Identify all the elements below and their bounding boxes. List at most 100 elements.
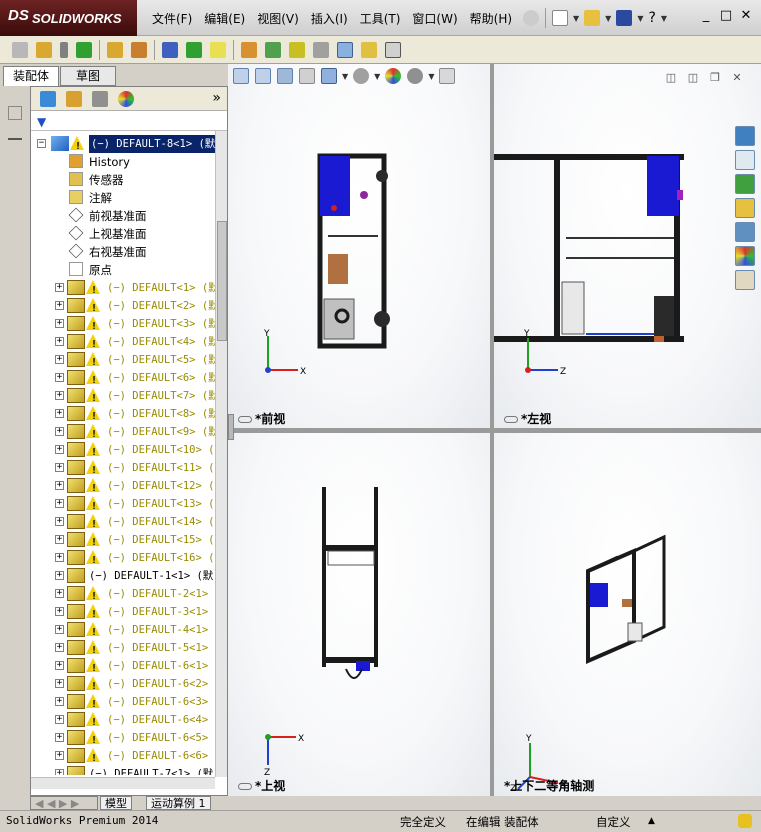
tab-assembly[interactable]: 装配体 [3,66,59,86]
expand-toggle[interactable]: + [55,445,64,454]
new-part-icon[interactable] [36,41,52,58]
feature-item[interactable]: 注解 [31,189,215,207]
link-views-icon[interactable] [238,416,252,423]
restore-button[interactable]: □ [717,8,735,24]
menu-window[interactable]: 窗口(W) [412,10,457,28]
link-views-icon[interactable] [504,416,518,423]
component-item[interactable]: + (−) DEFAULT<1> (默 [31,279,215,300]
close-button[interactable]: ✕ [737,8,755,24]
component-item[interactable]: + (−) DEFAULT<7> (默 [31,387,215,408]
chevron-down-icon[interactable]: ▼ [428,72,434,81]
viewport-isometric[interactable]: Y X Z *上下二等角轴测 [494,433,761,796]
component-item[interactable]: + (−) DEFAULT<4> (默 [31,333,215,354]
expand-toggle[interactable]: + [55,571,64,580]
view-orientation-icon[interactable] [321,68,337,84]
feature-item[interactable]: History [31,153,215,171]
appearances-icon[interactable] [735,246,755,266]
expand-toggle[interactable]: + [55,715,64,724]
tab-sketch[interactable]: 草图 [60,66,116,86]
expand-toggle[interactable]: + [55,679,64,688]
viewport-front[interactable]: Y X *前视 [228,64,490,428]
expand-toggle[interactable]: + [55,301,64,310]
insert-component-icon[interactable] [12,41,28,58]
component-item[interactable]: + (−) DEFAULT<6> (默 [31,369,215,390]
exploded-view-icon[interactable] [289,41,305,58]
show-hidden-icon[interactable] [162,41,178,58]
hole-alignment-icon[interactable] [385,41,401,58]
chevron-down-icon[interactable]: ▼ [374,72,380,81]
save-icon[interactable] [616,10,633,26]
menu-tools[interactable]: 工具(T) [360,10,401,28]
component-item[interactable]: + (−) DEFAULT-5<1> [31,639,215,660]
interference-detection-icon[interactable] [337,41,353,58]
component-item[interactable]: + (−) DEFAULT<3> (默 [31,315,215,336]
display-style-icon[interactable] [353,68,370,84]
link-views-icon[interactable] [238,783,252,790]
layout-icon[interactable] [8,106,22,120]
explode-line-sketch-icon[interactable] [313,41,329,58]
expand-toggle[interactable]: + [55,661,64,670]
clearance-verification-icon[interactable] [361,41,377,58]
component-item[interactable]: + (−) DEFAULT-4<1> [31,621,215,642]
feature-item[interactable]: 原点 [31,261,215,279]
component-item[interactable]: + (−) DEFAULT<8> (默 [31,405,215,426]
component-item[interactable]: + (−) DEFAULT-6<3> [31,693,215,714]
linear-pattern-icon[interactable] [76,41,92,58]
component-item[interactable]: + (−) DEFAULT-1<1> (默 [31,567,215,585]
component-item[interactable]: + (−) DEFAULT<14> ( [31,513,215,534]
edit-appearance-icon[interactable] [385,68,402,84]
expand-toggle[interactable]: + [55,697,64,706]
tile-vertical-icon[interactable]: ◫ [685,72,701,84]
move-component-icon[interactable] [131,41,147,58]
chevron-down-icon[interactable]: ▼ [342,72,348,81]
component-item[interactable]: + (−) DEFAULT<5> (默 [31,351,215,372]
expand-toggle[interactable]: + [55,319,64,328]
configuration-manager-tab-icon[interactable] [92,90,108,107]
component-item[interactable]: + (−) DEFAULT-6<2> [31,675,215,696]
display-manager-tab-icon[interactable] [118,90,134,107]
expand-toggle[interactable]: + [55,769,64,775]
view-settings-icon[interactable] [439,68,456,84]
assembly-features-icon[interactable] [186,41,202,58]
section-view-icon[interactable] [299,68,315,84]
property-manager-tab-icon[interactable] [66,90,82,107]
component-item[interactable]: + (−) DEFAULT<12> ( [31,477,215,498]
expand-toggle[interactable]: + [55,535,64,544]
expand-toggle[interactable]: + [55,481,64,490]
expand-toggle[interactable]: + [55,373,64,382]
solidworks-resources-icon[interactable] [735,126,755,146]
feature-item[interactable]: 上视基准面 [31,225,215,243]
smart-fasteners-icon[interactable] [107,41,123,58]
new-document-icon[interactable] [552,10,568,26]
component-item[interactable]: + (−) DEFAULT<2> (默 [31,297,215,318]
menu-insert[interactable]: 插入(I) [311,10,348,28]
feature-item[interactable]: 右视基准面 [31,243,215,261]
expand-toggle[interactable]: + [55,733,64,742]
component-item[interactable]: + (−) DEFAULT<10> ( [31,441,215,462]
menu-view[interactable]: 视图(V) [257,10,299,28]
help-button[interactable]: ? [648,10,655,26]
file-explorer-icon[interactable] [735,198,755,218]
zoom-to-area-icon[interactable] [255,68,271,84]
component-item[interactable]: + (−) DEFAULT-6<4> [31,711,215,732]
chevron-down-icon[interactable]: ▼ [605,14,611,23]
expand-toggle[interactable]: + [55,643,64,652]
pin-icon[interactable] [523,10,539,26]
component-item[interactable]: + (−) DEFAULT-3<1> [31,603,215,624]
tree-root[interactable]: − (−) DEFAULT-8<1> (默 [31,135,215,156]
expand-toggle[interactable]: + [55,517,64,526]
component-item[interactable]: + (−) DEFAULT-6<5> [31,729,215,750]
expand-toggle[interactable]: + [55,409,64,418]
zoom-to-fit-icon[interactable] [233,68,249,84]
feature-item[interactable]: 传感器 [31,171,215,189]
component-item[interactable]: + (−) DEFAULT<13> ( [31,495,215,516]
unit-system-status[interactable]: 自定义 [596,814,631,830]
expand-toggle[interactable]: + [55,391,64,400]
reference-geometry-icon[interactable] [210,41,226,58]
chevron-down-icon[interactable]: ▼ [637,14,643,23]
tree-filter[interactable]: ▼ [31,113,227,131]
minimize-button[interactable]: _ [697,8,715,24]
panel-collapse-handle[interactable] [228,414,234,440]
viewport-top[interactable]: Z X *上视 [228,433,490,796]
feature-manager-tab-icon[interactable] [40,90,56,107]
